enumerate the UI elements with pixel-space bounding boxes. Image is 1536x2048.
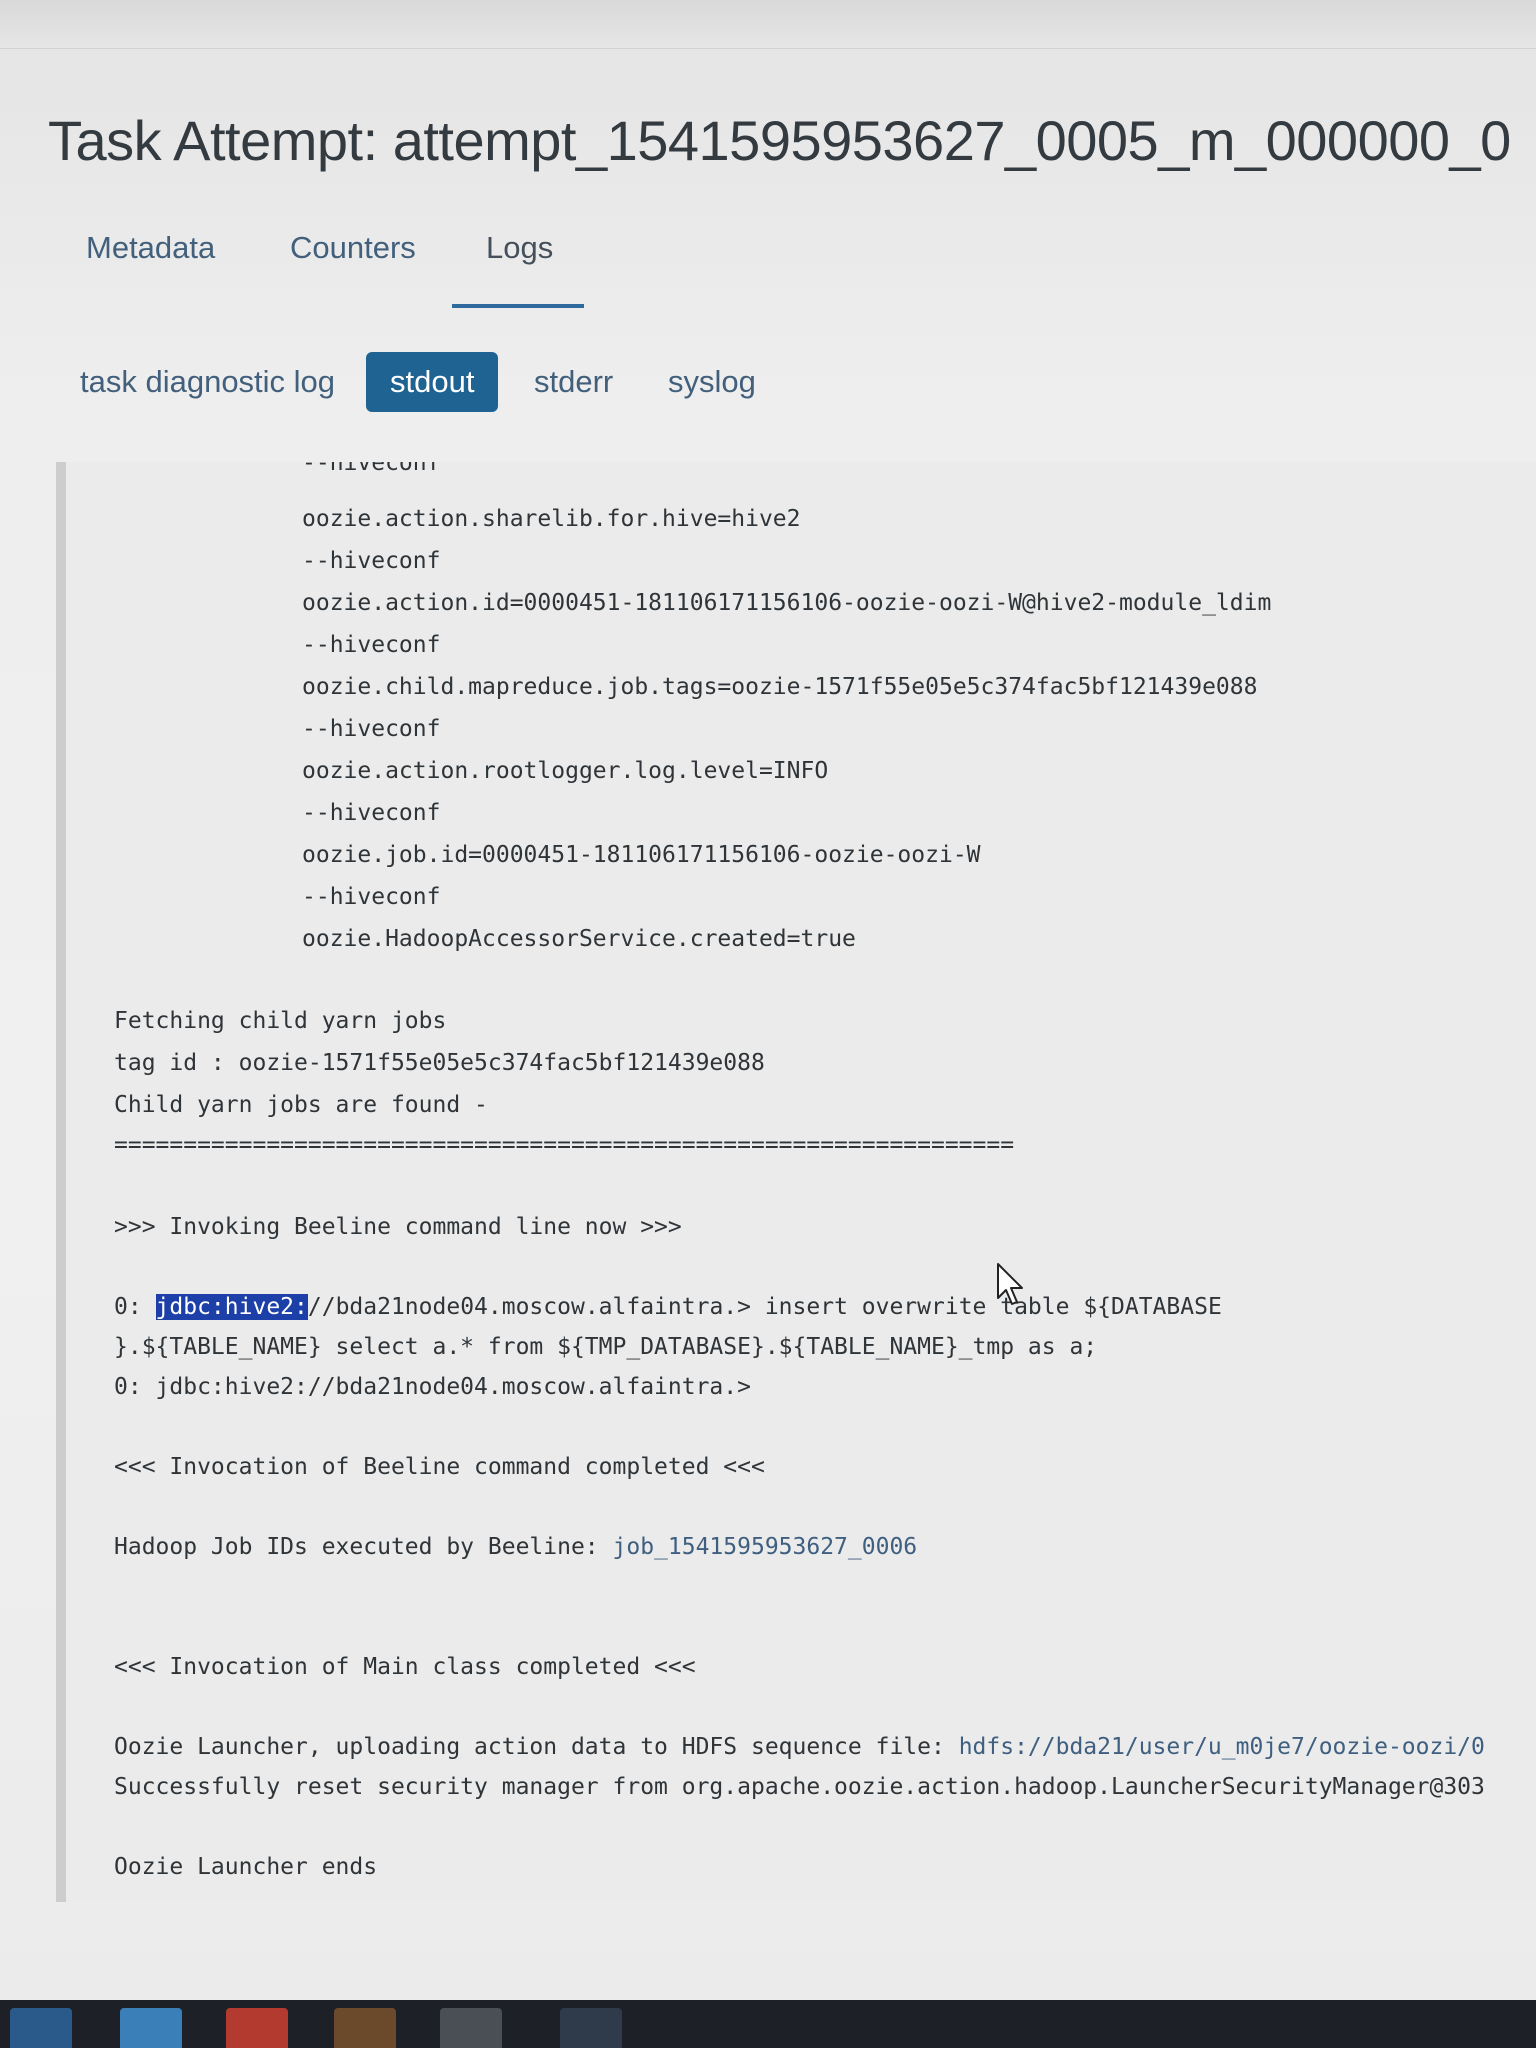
prompt-number: 0:: [114, 1294, 156, 1320]
log-line: <<< Invocation of Beeline command comple…: [114, 1454, 765, 1480]
log-tab-stderr[interactable]: stderr: [534, 364, 613, 400]
taskbar-app-icon[interactable]: [440, 2008, 502, 2048]
log-line: Successfully reset security manager from…: [114, 1774, 1485, 1800]
log-line: --hiveconf: [302, 800, 441, 826]
log-line: >>> Invoking Beeline command line now >>…: [114, 1214, 682, 1240]
log-line: Oozie Launcher ends: [114, 1854, 378, 1880]
hadoop-job-ids-label: Hadoop Job IDs executed by Beeline:: [114, 1534, 613, 1560]
tab-metadata[interactable]: Metadata: [86, 230, 215, 266]
os-taskbar: [0, 2000, 1536, 2048]
log-line: }.${TABLE_NAME} select a.* from ${TMP_DA…: [114, 1334, 1098, 1360]
separator-line: ========================================…: [114, 1132, 1015, 1158]
log-tab-syslog[interactable]: syslog: [668, 364, 756, 400]
beeline-command-line: 0: jdbc:hive2://bda21node04.moscow.alfai…: [114, 1292, 1222, 1322]
browser-top-edge: [0, 0, 1536, 49]
upload-line: Oozie Launcher, uploading action data to…: [114, 1732, 1485, 1762]
log-tab-stdout[interactable]: stdout: [366, 352, 499, 412]
tab-logs[interactable]: Logs: [486, 230, 553, 266]
log-line: --hiveconf: [302, 632, 441, 658]
log-line: oozie.action.sharelib.for.hive=hive2: [302, 506, 801, 532]
log-line: oozie.child.mapreduce.job.tags=oozie-157…: [302, 674, 1258, 700]
start-icon[interactable]: [10, 2008, 72, 2048]
command-text: //bda21node04.moscow.alfaintra.> insert …: [307, 1294, 1222, 1320]
log-line: oozie.action.rootlogger.log.level=INFO: [302, 758, 829, 784]
tab-counters[interactable]: Counters: [290, 230, 416, 266]
taskbar-app-icon[interactable]: [120, 2008, 182, 2048]
log-line: Fetching child yarn jobs: [114, 1008, 447, 1034]
log-line: tag id : oozie-1571f55e05e5c374fac5bf121…: [114, 1050, 765, 1076]
hadoop-job-ids-line: Hadoop Job IDs executed by Beeline: job_…: [114, 1532, 917, 1562]
log-line: oozie.HadoopAccessorService.created=true: [302, 926, 856, 952]
taskbar-app-icon[interactable]: [560, 2008, 622, 2048]
log-line: oozie.job.id=0000451-181106171156106-ooz…: [302, 842, 981, 868]
page-root: Task Attempt: attempt_1541595953627_0005…: [0, 0, 1536, 2000]
active-tab-indicator: [452, 304, 584, 308]
log-line: Child yarn jobs are found -: [114, 1092, 488, 1118]
selected-text: jdbc:hive2:: [155, 1294, 308, 1320]
log-output[interactable]: --hiveconf oozie.action.sharelib.for.hiv…: [56, 462, 1536, 1902]
log-line: --hiveconf: [302, 716, 441, 742]
taskbar-app-icon[interactable]: [334, 2008, 396, 2048]
taskbar-app-icon[interactable]: [226, 2008, 288, 2048]
log-line: <<< Invocation of Main class completed <…: [114, 1654, 696, 1680]
upload-label: Oozie Launcher, uploading action data to…: [114, 1734, 959, 1760]
job-id-link[interactable]: job_1541595953627_0006: [613, 1534, 918, 1560]
mouse-pointer-icon: [997, 1263, 1023, 1305]
log-line: --hiveconf: [302, 884, 441, 910]
log-tab-task-diagnostic[interactable]: task diagnostic log: [80, 364, 335, 400]
log-line: --hiveconf: [302, 462, 441, 476]
log-line: --hiveconf: [302, 548, 441, 574]
log-line: 0: jdbc:hive2://bda21node04.moscow.alfai…: [114, 1374, 751, 1400]
log-line: oozie.action.id=0000451-181106171156106-…: [302, 590, 1272, 616]
hdfs-path-link[interactable]: hdfs://bda21/user/u_m0je7/oozie-oozi/0: [959, 1734, 1485, 1760]
page-title: Task Attempt: attempt_1541595953627_0005…: [48, 109, 1511, 172]
